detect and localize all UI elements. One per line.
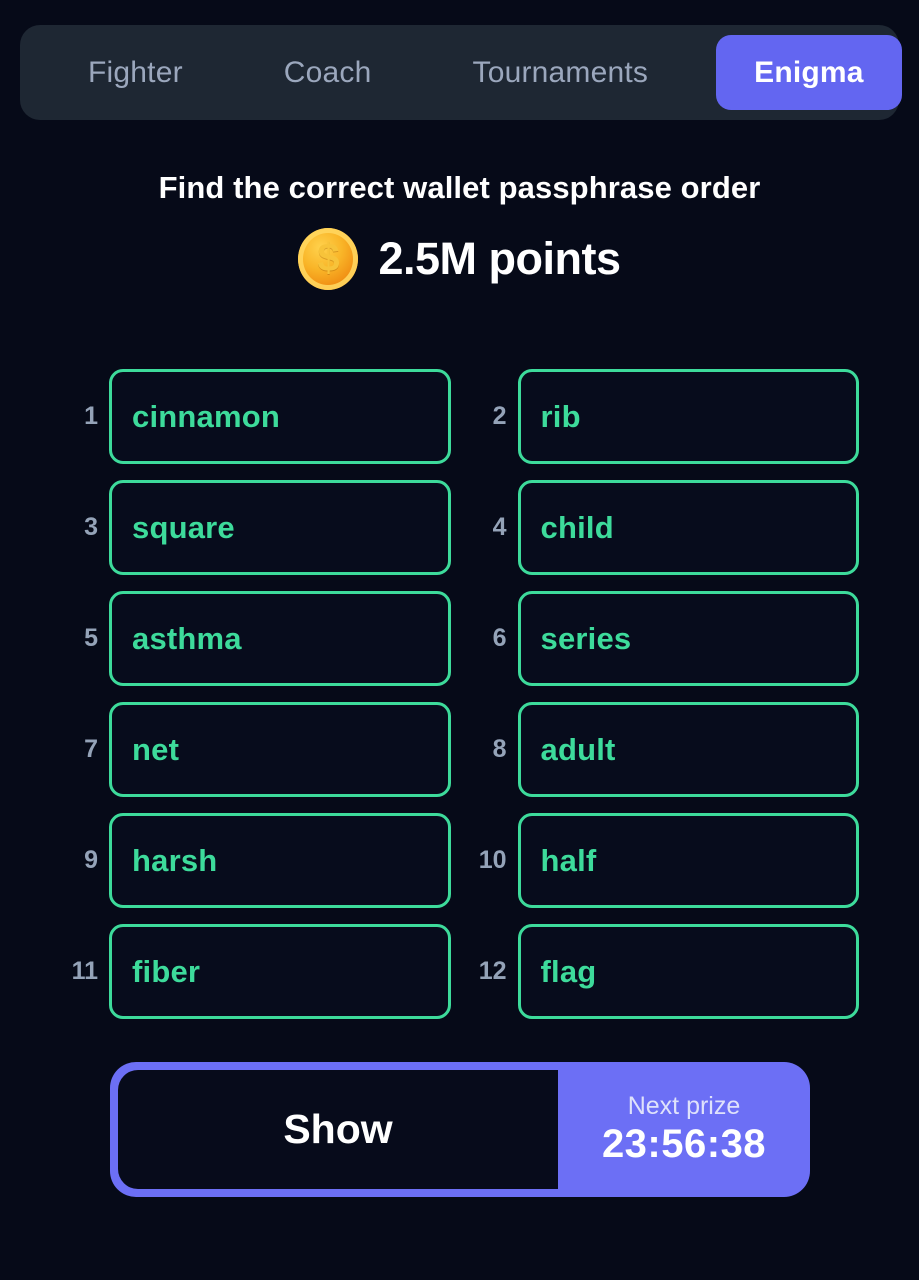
cell-word: fiber [132,953,201,989]
next-prize-countdown: 23:56:38 [601,1122,767,1167]
cell-box[interactable]: child [517,480,859,575]
cell-number: 12 [478,957,507,985]
tab-enigma[interactable]: Enigma [716,35,902,110]
tab-coach[interactable]: Coach [256,35,400,110]
show-button[interactable]: Show [118,1070,558,1189]
cell-number: 11 [71,957,98,985]
passphrase-cell[interactable]: 9 harsh [60,813,451,908]
next-prize-label: Next prize [627,1091,741,1120]
cell-word: flag [540,953,597,989]
cell-box[interactable]: series [517,591,859,686]
passphrase-cell[interactable]: 6 series [469,591,859,686]
cell-box[interactable]: rib [517,369,859,464]
passphrase-cell[interactable]: 2 rib [469,369,859,464]
cell-word: half [540,842,597,878]
cell-box[interactable]: net [109,702,451,797]
passphrase-cell[interactable]: 7 net [60,702,451,797]
tab-bar: Fighter Coach Tournaments Enigma [20,25,902,120]
cell-number: 9 [84,846,98,874]
passphrase-cell[interactable]: 1 cinnamon [60,369,451,464]
dollar-sign-glyph: $ [317,236,340,280]
cell-box[interactable]: flag [517,924,859,1019]
passphrase-cell[interactable]: 5 asthma [60,591,451,686]
cell-box[interactable]: harsh [109,813,451,908]
cell-word: cinnamon [132,398,281,434]
cell-number: 5 [84,624,98,652]
cell-number: 6 [492,624,507,652]
passphrase-cell[interactable]: 10 half [469,813,859,908]
cell-box[interactable]: fiber [109,924,451,1019]
cell-number: 3 [84,513,98,541]
next-prize-panel: Next prize 23:56:38 [558,1062,810,1197]
points-amount: 2.5M points [378,233,621,284]
cell-word: rib [540,398,581,434]
cell-word: asthma [132,620,242,656]
passphrase-cell[interactable]: 8 adult [469,702,859,797]
cell-box[interactable]: asthma [109,591,451,686]
cell-word: series [540,620,632,656]
tab-tournaments[interactable]: Tournaments [445,35,677,110]
page-title: Find the correct wallet passphrase order [158,170,761,205]
cell-word: child [540,509,614,545]
passphrase-cell[interactable]: 11 fiber [60,924,451,1019]
cell-number: 2 [492,402,507,430]
passphrase-cell[interactable]: 12 flag [469,924,859,1019]
tab-fighter[interactable]: Fighter [60,35,211,110]
cell-number: 4 [492,513,507,541]
gold-coin-icon: $ [298,228,359,290]
bottom-action-bar: Show Next prize 23:56:38 [110,1062,810,1197]
cell-number: 8 [492,735,507,763]
passphrase-grid: 1 cinnamon 2 rib 3 square 4 child 5 asth… [0,369,919,1019]
cell-word: square [132,509,235,545]
cell-box[interactable]: half [517,813,859,908]
passphrase-cell[interactable]: 3 square [60,480,451,575]
cell-word: adult [540,731,616,767]
passphrase-cell[interactable]: 4 child [469,480,859,575]
cell-word: net [132,731,180,767]
cell-number: 10 [478,846,507,874]
cell-box[interactable]: cinnamon [109,369,451,464]
points-row: $ 2.5M points [0,228,919,290]
cell-number: 1 [84,402,98,430]
cell-box[interactable]: square [109,480,451,575]
cell-box[interactable]: adult [517,702,859,797]
cell-number: 7 [84,735,98,763]
cell-word: harsh [132,842,218,878]
